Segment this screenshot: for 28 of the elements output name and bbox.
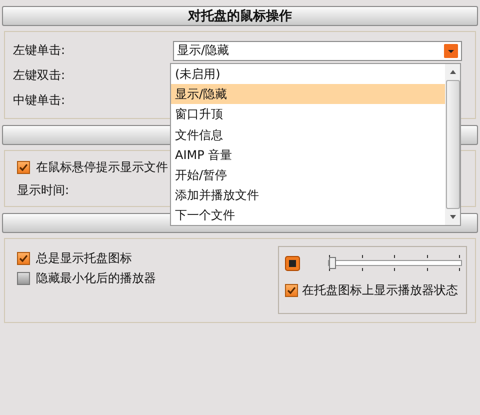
scroll-up-icon[interactable] (448, 69, 456, 75)
dropdown-option[interactable]: (未启用) (171, 64, 445, 84)
dropdown-option[interactable]: 开始/暂停 (171, 164, 445, 186)
dropdown-option[interactable]: 窗口升顶 (171, 104, 445, 125)
field-label: 左键单击: (13, 42, 66, 59)
checkbox-label: 隐藏最小化后的播放器 (36, 270, 156, 286)
dropdown-field[interactable]: 显示/隐藏 (173, 40, 462, 60)
scroll-down-icon[interactable] (448, 214, 456, 220)
dropdown-option[interactable]: 添加并播放文件 (171, 185, 445, 206)
checkbox[interactable] (17, 160, 30, 174)
field-label: 显示时间: (17, 182, 70, 199)
dropdown-option[interactable]: AIMP 音量 (171, 144, 445, 165)
section-title: 对托盘的鼠标操作 (188, 8, 292, 25)
checkbox-label: 在托盘图标上显示播放器状态 (302, 282, 458, 298)
checkbox-label: 总是显示托盘图标 (36, 250, 132, 266)
stop-icon[interactable] (285, 256, 300, 270)
checkbox[interactable] (17, 272, 30, 284)
scrollbar[interactable] (445, 64, 460, 225)
checkbox[interactable] (17, 252, 30, 264)
field-label: 中键单击: (13, 92, 66, 109)
slider[interactable] (328, 255, 462, 271)
dropdown-option[interactable]: 显示/隐藏 (171, 84, 445, 104)
checkbox[interactable] (285, 284, 298, 296)
checkbox-label: 在鼠标悬停提示显示文件 (36, 158, 168, 176)
dropdown-option[interactable]: 下一个文件 (171, 205, 445, 226)
field-label: 左键双击: (13, 67, 66, 84)
dropdown-option[interactable]: 文件信息 (171, 124, 445, 145)
slider-thumb[interactable] (329, 257, 336, 269)
